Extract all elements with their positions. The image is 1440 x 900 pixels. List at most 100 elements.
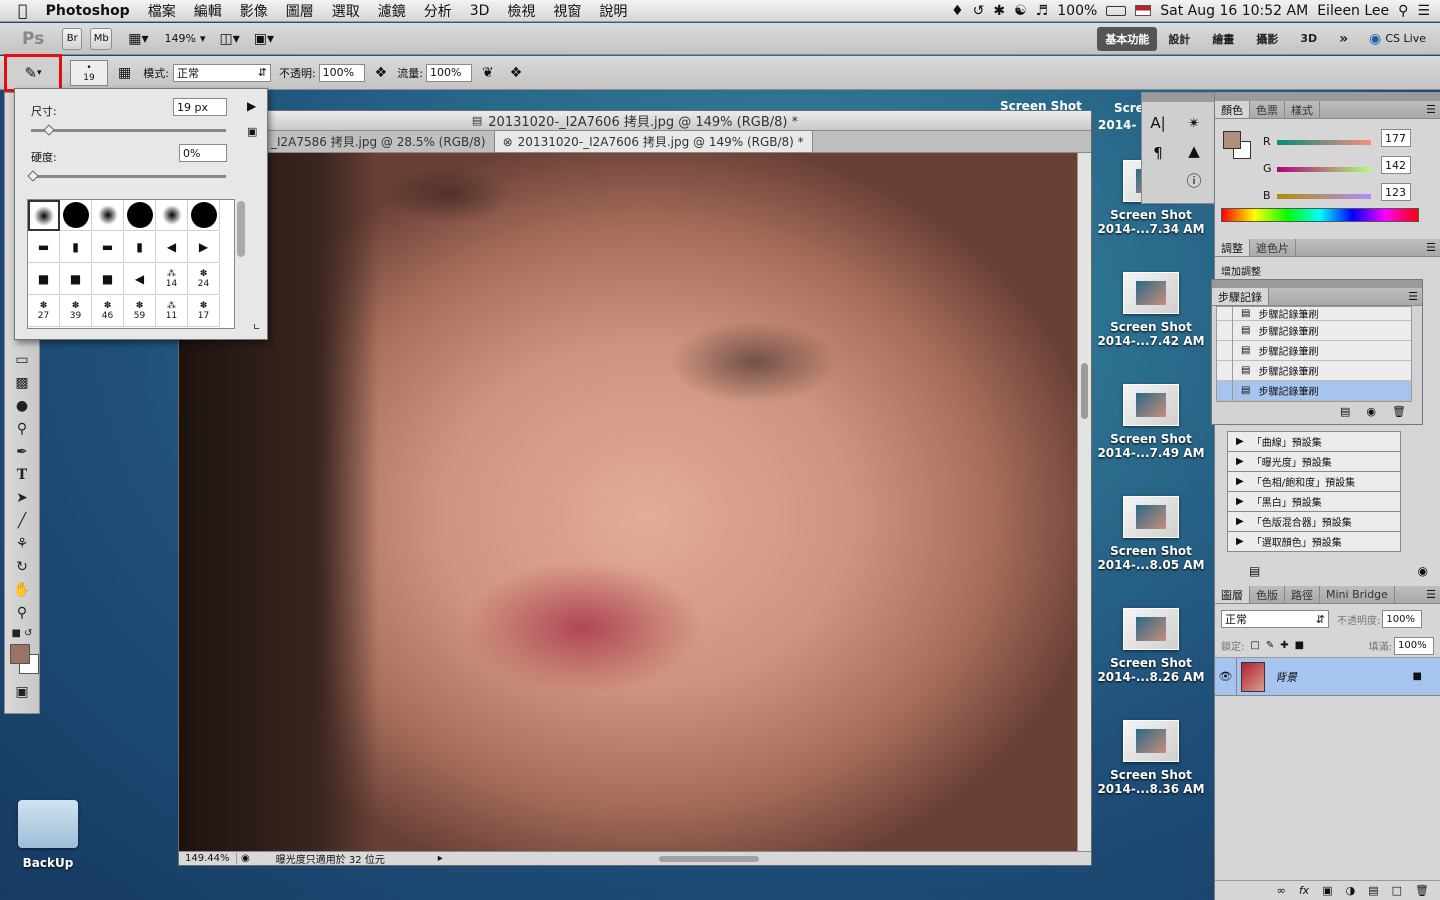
hardness-input[interactable]: 0% [179,144,227,162]
navigator-panel-icon[interactable]: ✴ [1188,114,1201,132]
new-snapshot-icon[interactable]: ◉ [1366,405,1376,418]
return-to-list-icon[interactable]: ▤ [1249,564,1260,582]
quick-mask-icon[interactable]: ▣ [5,680,39,703]
airbrush-icon[interactable]: ❦ [482,65,494,81]
preset-item[interactable]: ▶ 「黑白」預設集 [1227,491,1401,511]
battery-text[interactable]: 100% [1057,3,1097,19]
size-pressure-icon[interactable]: ❖ [510,65,523,81]
workspace-design[interactable]: 設計 [1157,31,1201,47]
brush-hard-round[interactable] [124,200,156,231]
popup-menu-icon[interactable]: ▶ [247,99,256,113]
3d-orbit-tool-icon[interactable]: ↻ [5,555,39,578]
scroll-thumb[interactable] [1081,363,1088,419]
menu-image[interactable]: 影像 [231,1,277,21]
wifi-icon[interactable]: ☯ [1014,3,1027,19]
tab-styles[interactable]: 樣式 [1285,101,1320,118]
opacity-input[interactable]: 100% [318,63,365,82]
history-item[interactable]: ▤ 步驟記錄筆刷 [1217,360,1411,381]
menu-3d[interactable]: 3D [461,3,499,19]
bridge-button[interactable]: Br [62,27,83,50]
tab-color[interactable]: 顏色 [1215,101,1250,118]
type-tool-icon[interactable]: T [5,463,39,486]
brush-tip[interactable]: ▬ [92,232,124,263]
eraser-tool-icon[interactable]: ▭ [5,348,39,371]
history-source-checkbox[interactable] [1217,320,1233,341]
flag-icon[interactable] [1135,5,1152,16]
adjustment-layer-icon[interactable]: ◑ [1346,884,1356,897]
workspace-photography[interactable]: 攝影 [1245,31,1289,47]
volume-icon[interactable]: ♬ [1036,3,1049,19]
brush-soft-round[interactable] [92,200,124,231]
status-zoom[interactable]: 149.44% [179,853,237,864]
history-source-checkbox[interactable] [1217,380,1233,401]
canvas[interactable] [179,153,1077,851]
brush-grid-scrollbar[interactable] [237,201,245,257]
brush-size-slider-thumb[interactable] [43,124,55,136]
apple-menu-icon[interactable]:  [0,1,37,20]
panel-menu-icon[interactable]: ☰ [1408,290,1422,303]
tab-document-2[interactable]: ⊗ 20131020-_I2A7606 拷貝.jpg @ 149% (RGB/8… [494,131,813,152]
tab-masks[interactable]: 遮色片 [1250,239,1296,256]
hardness-slider-thumb[interactable] [27,170,39,182]
menu-filter[interactable]: 濾鏡 [369,1,415,21]
document-titlebar[interactable]: ▤ 20131020-_I2A7606 拷貝.jpg @ 149% (RGB/8… [179,111,1091,131]
minibridge-button[interactable]: Mb [90,27,113,50]
tab-swatches[interactable]: 色票 [1250,101,1285,118]
zoom-level[interactable]: 149% [165,32,196,45]
user-name[interactable]: Eileen Lee [1317,3,1389,19]
brush-tip[interactable]: ■ [92,264,124,295]
g-input[interactable]: 142 [1381,156,1411,174]
b-input[interactable]: 123 [1381,183,1411,201]
close-tab-icon[interactable]: ⊗ [503,135,513,149]
g-slider[interactable] [1277,167,1371,172]
brush-scatter[interactable]: ✽ 24 [188,264,220,295]
panel-menu-icon[interactable]: ☰ [1426,241,1440,254]
b-slider[interactable] [1277,194,1371,199]
vertical-scrollbar[interactable] [1077,153,1091,851]
new-document-from-state-icon[interactable]: ▤ [1340,405,1350,418]
brush-scatter[interactable]: ⁂ 11 [156,296,188,327]
preset-item[interactable]: ▶ 「曝光度」預設集 [1227,451,1401,471]
history-item[interactable]: ▤ 步驟記錄筆刷 [1217,320,1411,341]
fill-input[interactable]: 100% [1394,636,1434,655]
zoom-tool-icon[interactable]: ⚲ [5,601,39,624]
lock-transparent-icon[interactable]: □ [1250,640,1259,651]
new-preset-icon[interactable]: ▣ [247,125,257,138]
brush-tip[interactable]: ◀ [156,232,188,263]
3d-rotate-tool-icon[interactable]: ⚘ [5,532,39,555]
workspace-3d[interactable]: 3D [1289,32,1328,45]
history-item[interactable]: ▤ 步驟記錄筆刷 [1217,340,1411,361]
preset-item[interactable]: ▶ 「色相/飽和度」預設集 [1227,471,1401,491]
info-panel-icon[interactable]: ⓘ [1186,170,1201,191]
menu-file[interactable]: 檔案 [139,1,185,21]
flow-input[interactable]: 100% [425,63,472,82]
fx-icon[interactable]: fx [1299,884,1309,897]
visibility-eye-icon[interactable]: 👁 [1215,657,1237,696]
layer-opacity-input[interactable]: 100% [1382,610,1423,628]
tab-paths[interactable]: 路徑 [1285,586,1320,603]
histogram-panel-icon[interactable]: ▲ [1188,142,1200,160]
menu-view[interactable]: 檢視 [498,1,544,21]
brush-scatter[interactable]: ✽ 39 [60,296,92,327]
history-item-selected[interactable]: ▤ 步驟記錄筆刷 [1217,380,1411,401]
spotlight-icon[interactable]: ⚲ [1398,3,1408,19]
trash-icon[interactable]: 🗑 [1392,405,1406,418]
history-source-checkbox[interactable] [1217,360,1233,381]
blur-tool-icon[interactable]: ● [5,394,39,417]
tool-preset-picker[interactable]: ✎ ▾ [4,53,62,92]
brush-scatter[interactable]: ✽ 17 [188,296,220,327]
gradient-tool-icon[interactable]: ▩ [5,371,39,394]
pen-tool-icon[interactable]: ✒ [5,440,39,463]
brush-soft-round[interactable] [28,200,60,231]
r-slider[interactable] [1277,140,1371,145]
expand-arrow-icon[interactable]: ▶ [1236,496,1244,507]
mode-select[interactable]: 正常 ⇵ [172,63,271,82]
path-selection-tool-icon[interactable]: ➤ [5,486,39,509]
menu-window[interactable]: 視窗 [544,1,590,21]
brush-size-input[interactable]: 19 px [173,98,227,116]
panel-menu-icon[interactable]: ☰ [1426,588,1440,601]
brush-soft-round[interactable] [156,200,188,231]
menu-edit[interactable]: 編輯 [185,1,231,21]
workspace-essentials[interactable]: 基本功能 [1097,26,1158,51]
swap-colors-icon[interactable]: ■ ↺ [5,624,39,642]
